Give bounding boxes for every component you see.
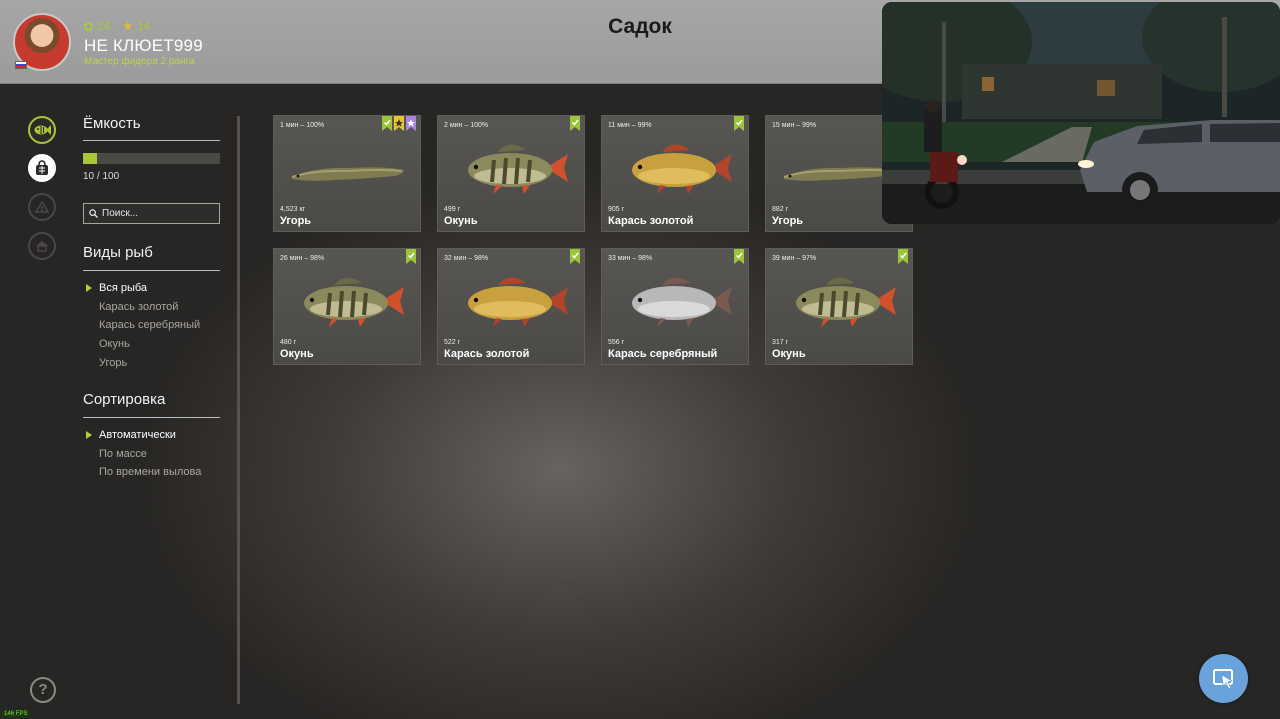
sort-option-label: Автоматически bbox=[99, 429, 176, 441]
search-icon bbox=[89, 209, 98, 218]
fish-weight: 4,523 кг bbox=[280, 206, 306, 213]
fish-name: Карась золотой bbox=[608, 215, 694, 227]
purple-ribbon-badge-icon bbox=[406, 116, 416, 131]
fish-name: Окунь bbox=[444, 215, 478, 227]
cursor-toggle-button[interactable] bbox=[1199, 654, 1248, 703]
fish-time-freshness: 39 мин – 97% bbox=[772, 255, 817, 262]
fish-name: Угорь bbox=[772, 215, 804, 227]
fish-card[interactable]: 33 мин – 98% 556 г Карась серебряный bbox=[601, 248, 749, 365]
green-ribbon-badge-icon bbox=[406, 249, 416, 264]
species-option-label: Карась золотой bbox=[99, 300, 179, 313]
fish-card[interactable]: 26 мин – 98% 480 г Окунь bbox=[273, 248, 421, 365]
fish-badges bbox=[406, 249, 416, 264]
fish-name: Окунь bbox=[772, 348, 806, 360]
selected-arrow-icon bbox=[86, 431, 92, 439]
fish-time-freshness: 2 мин – 100% bbox=[444, 122, 489, 129]
fish-icon[interactable] bbox=[28, 116, 56, 144]
fish-badges bbox=[734, 249, 744, 264]
fish-badges bbox=[734, 116, 744, 131]
coin-ring-icon bbox=[84, 21, 93, 31]
species-option[interactable]: Карась золотой bbox=[83, 298, 200, 317]
green-ribbon-badge-icon bbox=[382, 116, 392, 131]
fish-weight: 905 г bbox=[608, 206, 625, 213]
fish-name: Угорь bbox=[280, 215, 312, 227]
fish-name: Карась серебряный bbox=[608, 348, 718, 360]
capacity-text: 10 / 100 bbox=[83, 171, 120, 182]
capacity-progress-bar bbox=[83, 153, 220, 164]
page-title: Садок bbox=[608, 15, 672, 38]
species-option-label: Карась серебряный bbox=[99, 319, 201, 332]
species-option[interactable]: Вся рыба bbox=[83, 279, 200, 298]
star-icon: ★ bbox=[122, 19, 134, 33]
fps-counter: 146 FPS bbox=[2, 711, 30, 717]
yellow-ribbon-badge-icon bbox=[394, 116, 404, 131]
fish-name: Карась золотой bbox=[444, 348, 530, 360]
house-icon[interactable] bbox=[28, 232, 56, 260]
species-filter-list: Вся рыба Карась золотой Карась серебряный О… bbox=[83, 279, 200, 372]
fish-name: Окунь bbox=[280, 348, 314, 360]
player-name: НЕ КЛЮЕТ999 bbox=[84, 36, 203, 55]
fish-badges bbox=[570, 116, 580, 131]
fish-weight: 499 г bbox=[444, 206, 461, 213]
fish-badges bbox=[382, 116, 416, 131]
fish-time-freshness: 33 мин – 98% bbox=[608, 255, 653, 262]
fish-card[interactable]: 39 мин – 97% 317 г Окунь bbox=[765, 248, 913, 365]
capacity-title: Ёмкость bbox=[83, 115, 141, 132]
help-icon[interactable]: ? bbox=[30, 677, 56, 703]
sort-option[interactable]: По массе bbox=[83, 445, 201, 464]
sort-title: Сортировка bbox=[83, 391, 166, 408]
sort-option[interactable]: По времени вылова bbox=[83, 463, 201, 482]
fish-time-freshness: 11 мин – 99% bbox=[608, 122, 652, 129]
sort-option[interactable]: Автоматически bbox=[83, 426, 201, 445]
species-option[interactable]: Угорь bbox=[83, 354, 200, 373]
green-ribbon-badge-icon bbox=[898, 249, 908, 264]
keepnet-bag-icon[interactable] bbox=[28, 154, 56, 182]
fish-time-freshness: 1 мин – 100% bbox=[280, 122, 325, 129]
species-option-label: Вся рыба bbox=[99, 282, 148, 294]
capacity-divider bbox=[83, 140, 220, 141]
sort-divider bbox=[83, 417, 220, 418]
player-rank: Мастер фидера 2 ранга bbox=[84, 56, 195, 67]
fish-weight: 556 г bbox=[608, 339, 625, 346]
selected-arrow-icon bbox=[86, 284, 92, 292]
country-flag-icon bbox=[15, 61, 27, 69]
sort-option-label: По массе bbox=[99, 447, 147, 460]
species-option[interactable]: Окунь bbox=[83, 335, 200, 354]
green-ribbon-badge-icon bbox=[734, 249, 744, 264]
tent-icon[interactable] bbox=[28, 193, 56, 221]
fish-card[interactable]: 1 мин – 100% 4,523 кг Угорь bbox=[273, 115, 421, 232]
fish-time-freshness: 26 мин – 98% bbox=[280, 255, 325, 262]
species-divider bbox=[83, 270, 220, 271]
stars-value: 14 bbox=[137, 19, 151, 33]
species-option-label: Угорь bbox=[99, 356, 128, 369]
search-field[interactable] bbox=[83, 203, 220, 224]
fish-weight: 317 г bbox=[772, 339, 789, 346]
fish-weight: 480 г bbox=[280, 339, 297, 346]
green-ribbon-badge-icon bbox=[570, 116, 580, 131]
green-ribbon-badge-icon bbox=[734, 116, 744, 131]
species-option[interactable]: Карась серебряный bbox=[83, 316, 200, 335]
green-ribbon-badge-icon bbox=[570, 249, 580, 264]
search-input[interactable] bbox=[102, 208, 212, 219]
fish-time-freshness: 15 мин – 99% bbox=[772, 122, 817, 129]
fish-card[interactable]: 32 мин – 98% 522 г Карась золотой bbox=[437, 248, 585, 365]
fish-weight: 522 г bbox=[444, 339, 461, 346]
coins-value: 24 bbox=[97, 19, 111, 33]
species-option-label: Окунь bbox=[99, 338, 130, 351]
panel-divider bbox=[237, 116, 240, 704]
fish-badges bbox=[570, 249, 580, 264]
fish-card[interactable]: 2 мин – 100% 499 г Окунь bbox=[437, 115, 585, 232]
fish-weight: 882 г bbox=[772, 206, 789, 213]
capacity-progress-fill bbox=[83, 153, 97, 164]
species-title: Виды рыб bbox=[83, 244, 153, 261]
sort-option-label: По времени вылова bbox=[99, 466, 202, 479]
sort-options-list: Автоматически По массе По времени вылова bbox=[83, 426, 201, 482]
player-stats: 24 ★ 14 bbox=[84, 19, 150, 33]
fish-badges bbox=[898, 249, 908, 264]
fish-card[interactable]: 11 мин – 99% 905 г Карась золотой bbox=[601, 115, 749, 232]
video-overlay[interactable] bbox=[882, 2, 1280, 224]
fish-time-freshness: 32 мин – 98% bbox=[444, 255, 489, 262]
cursor-icon bbox=[1212, 668, 1233, 690]
